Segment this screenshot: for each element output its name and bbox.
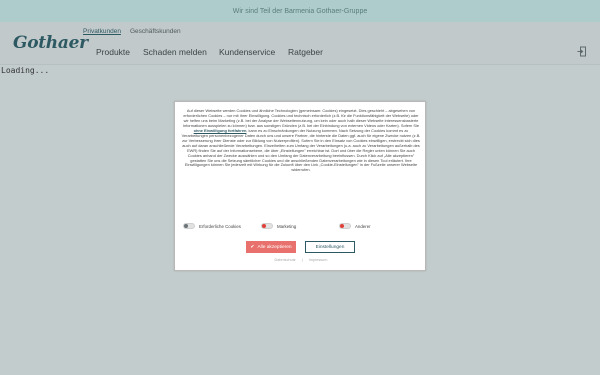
group-banner-text: Wir sind Teil der Barmenia Gothaer-Grupp…	[232, 7, 368, 15]
toggle-marketing[interactable]: Marketing	[261, 222, 296, 230]
nav-schaden-melden[interactable]: Schaden melden	[143, 47, 207, 57]
toggle-other-switch[interactable]	[339, 223, 351, 229]
privacy-link[interactable]: Datenschutz	[275, 258, 296, 262]
segment-privatkunden[interactable]: Privatkunden	[83, 28, 121, 35]
cookie-consent-text: Auf dieser Webseite werden Cookies und ä…	[181, 108, 421, 173]
accept-all-button[interactable]: ✔ Alle akzeptieren	[246, 241, 296, 253]
loading-text: Loading...	[1, 66, 50, 75]
toggle-marketing-switch[interactable]	[261, 223, 273, 229]
toggle-other[interactable]: Anderer	[339, 222, 371, 230]
check-icon: ✔	[250, 244, 255, 250]
site-header: Gothaer Privatkunden Geschäftskunden Pro…	[0, 22, 600, 65]
toggle-other-label: Anderer	[355, 223, 371, 229]
toggle-marketing-label: Marketing	[277, 223, 297, 229]
toggle-required[interactable]: Erforderliche Cookies	[183, 222, 241, 230]
imprint-link[interactable]: Impressum	[309, 258, 328, 262]
nav-ratgeber[interactable]: Ratgeber	[288, 47, 323, 57]
login-icon[interactable]	[577, 44, 587, 57]
nav-kundenservice[interactable]: Kundenservice	[219, 47, 275, 57]
cookie-consent-dialog: Auf dieser Webseite werden Cookies und ä…	[174, 101, 426, 271]
accept-all-label: Alle akzeptieren	[257, 244, 292, 250]
nav-produkte[interactable]: Produkte	[96, 47, 130, 57]
link-separator: |	[301, 258, 303, 262]
group-banner: Wir sind Teil der Barmenia Gothaer-Grupp…	[0, 0, 600, 22]
cookie-footer-links: Datenschutz | Impressum	[175, 258, 427, 262]
toggle-required-switch[interactable]	[183, 223, 195, 229]
cookie-text-intro: Auf dieser Webseite werden Cookies und ä…	[182, 108, 420, 128]
cookie-text-rest: , kann es zu Einschränkungen der Nutzung…	[181, 127, 421, 173]
settings-button[interactable]: Einstellungen	[305, 241, 355, 253]
toggle-required-label: Erforderliche Cookies	[199, 223, 241, 229]
segment-geschaeftskunden[interactable]: Geschäftskunden	[130, 28, 181, 35]
gothaer-logo[interactable]: Gothaer	[13, 33, 88, 53]
